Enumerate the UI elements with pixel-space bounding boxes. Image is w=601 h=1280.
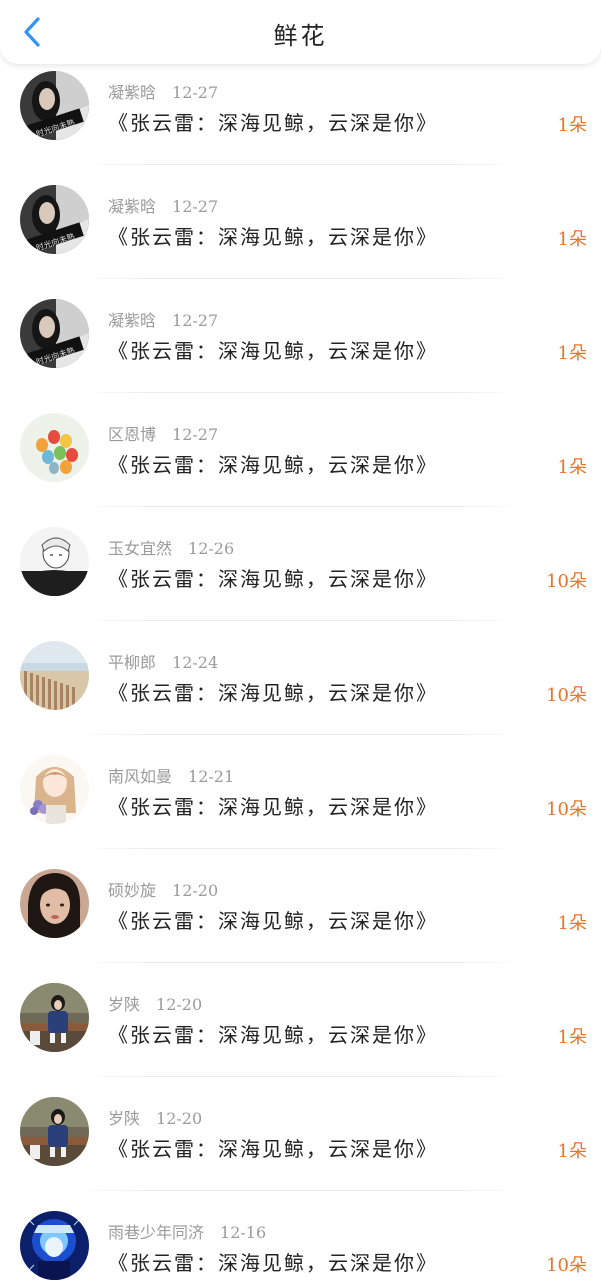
username[interactable]: 雨巷少年同济 (108, 1223, 204, 1242)
gift-date: 12-27 (172, 83, 219, 102)
gift-meta: 区恩博 12-27 (108, 421, 218, 445)
list-item[interactable]: 区恩博 12-27 《张云雷：深海见鲸，云深是你》 1朵 (0, 393, 601, 507)
list-item[interactable]: 雨巷少年同济 12-16 《张云雷：深海见鲸，云深是你》 10朵 (0, 1191, 601, 1280)
gift-meta: 平柳郎 12-24 (108, 649, 218, 673)
gift-date: 12-24 (172, 653, 219, 672)
nav-header: 鲜花 (0, 0, 601, 64)
flower-count: 1朵 (557, 1141, 587, 1162)
balloons-image (20, 413, 89, 482)
illustrated-girl-image (20, 755, 89, 824)
username[interactable]: 凝紫晗 (108, 311, 156, 330)
list-item[interactable]: 岁陕 12-20 《张云雷：深海见鲸，云深是你》 1朵 (0, 963, 601, 1077)
work-title[interactable]: 《张云雷：深海见鲸，云深是你》 (108, 905, 438, 934)
work-title[interactable]: 《张云雷：深海见鲸，云深是你》 (108, 1133, 438, 1162)
list-item[interactable]: 岁陕 12-20 《张云雷：深海见鲸，云深是你》 1朵 (0, 1077, 601, 1191)
gift-meta: 雨巷少年同济 12-16 (108, 1219, 266, 1243)
work-title[interactable]: 《张云雷：深海见鲸，云深是你》 (108, 1019, 438, 1048)
username[interactable]: 岁陕 (108, 1109, 140, 1128)
dark-portrait-image: 时光向未熟 (20, 71, 89, 140)
avatar[interactable] (20, 641, 89, 710)
flower-count: 10朵 (546, 799, 587, 820)
username[interactable]: 玉女宜然 (108, 539, 172, 558)
gift-date: 12-27 (172, 311, 219, 330)
work-title[interactable]: 《张云雷：深海见鲸，云深是你》 (108, 221, 438, 250)
gift-date: 12-20 (156, 1109, 203, 1128)
flower-count: 1朵 (557, 913, 587, 934)
page-title: 鲜花 (273, 22, 328, 50)
work-title[interactable]: 《张云雷：深海见鲸，云深是你》 (108, 791, 438, 820)
avatar[interactable] (20, 1097, 89, 1166)
username[interactable]: 凝紫晗 (108, 83, 156, 102)
list-item[interactable]: 平柳郎 12-24 《张云雷：深海见鲸，云深是你》 10朵 (0, 621, 601, 735)
flower-count: 1朵 (557, 343, 587, 364)
work-title[interactable]: 《张云雷：深海见鲸，云深是你》 (108, 563, 438, 592)
gift-meta: 玉女宜然 12-26 (108, 535, 234, 559)
avatar[interactable] (20, 755, 89, 824)
anime-boy-image (20, 527, 89, 596)
gift-date: 12-20 (156, 995, 203, 1014)
avatar[interactable]: 时光向未熟 (20, 71, 89, 140)
work-title[interactable]: 《张云雷：深海见鲸，云深是你》 (108, 107, 438, 136)
username[interactable]: 硕妙旋 (108, 881, 156, 900)
gift-date: 12-16 (220, 1223, 267, 1242)
flower-gift-list: 时光向未熟 凝紫晗 12-27 《张云雷：深海见鲸，云深是你》 1朵 时光向未熟… (0, 51, 601, 1280)
dark-portrait-image: 时光向未熟 (20, 299, 89, 368)
username[interactable]: 区恩博 (108, 425, 156, 444)
list-item[interactable]: 硕妙旋 12-20 《张云雷：深海见鲸，云深是你》 1朵 (0, 849, 601, 963)
gift-meta: 凝紫晗 12-27 (108, 79, 218, 103)
avatar[interactable] (20, 869, 89, 938)
flower-count: 10朵 (546, 1255, 587, 1276)
username[interactable]: 凝紫晗 (108, 197, 156, 216)
list-item[interactable]: 时光向未熟 凝紫晗 12-27 《张云雷：深海见鲸，云深是你》 1朵 (0, 51, 601, 165)
gift-meta: 凝紫晗 12-27 (108, 193, 218, 217)
flowers-page: 鲜花 时光向未熟 凝紫晗 12-27 《张云雷：深海见鲸，云深是你》 1朵 时光… (0, 0, 601, 1280)
avatar[interactable] (20, 413, 89, 482)
gift-date: 12-27 (172, 197, 219, 216)
work-title[interactable]: 《张云雷：深海见鲸，云深是你》 (108, 1247, 438, 1276)
username[interactable]: 平柳郎 (108, 653, 156, 672)
avatar[interactable] (20, 527, 89, 596)
gift-date: 12-27 (172, 425, 219, 444)
gift-meta: 岁陕 12-20 (108, 1105, 202, 1129)
gift-date: 12-26 (188, 539, 235, 558)
flower-count: 10朵 (546, 571, 587, 592)
girl-bench-image (20, 1097, 89, 1166)
gift-date: 12-21 (188, 767, 235, 786)
work-title[interactable]: 《张云雷：深海见鲸，云深是你》 (108, 335, 438, 364)
blue-neon-image (20, 1211, 89, 1280)
avatar[interactable]: 时光向未熟 (20, 299, 89, 368)
avatar[interactable] (20, 983, 89, 1052)
list-item[interactable]: 时光向未熟 凝紫晗 12-27 《张云雷：深海见鲸，云深是你》 1朵 (0, 279, 601, 393)
work-title[interactable]: 《张云雷：深海见鲸，云深是你》 (108, 677, 438, 706)
flower-count: 1朵 (557, 115, 587, 136)
girl-portrait-image (20, 869, 89, 938)
flower-count: 1朵 (557, 229, 587, 250)
list-item[interactable]: 南风如曼 12-21 《张云雷：深海见鲸，云深是你》 10朵 (0, 735, 601, 849)
gift-meta: 岁陕 12-20 (108, 991, 202, 1015)
username[interactable]: 南风如曼 (108, 767, 172, 786)
beach-fence-image (20, 641, 89, 710)
gift-meta: 硕妙旋 12-20 (108, 877, 218, 901)
username[interactable]: 岁陕 (108, 995, 140, 1014)
girl-bench-image (20, 983, 89, 1052)
work-title[interactable]: 《张云雷：深海见鲸，云深是你》 (108, 449, 438, 478)
list-item[interactable]: 时光向未熟 凝紫晗 12-27 《张云雷：深海见鲸，云深是你》 1朵 (0, 165, 601, 279)
dark-portrait-image: 时光向未熟 (20, 185, 89, 254)
avatar[interactable] (20, 1211, 89, 1280)
gift-meta: 南风如曼 12-21 (108, 763, 234, 787)
gift-date: 12-20 (172, 881, 219, 900)
avatar[interactable]: 时光向未熟 (20, 185, 89, 254)
gift-meta: 凝紫晗 12-27 (108, 307, 218, 331)
list-item[interactable]: 玉女宜然 12-26 《张云雷：深海见鲸，云深是你》 10朵 (0, 507, 601, 621)
flower-count: 10朵 (546, 685, 587, 706)
flower-count: 1朵 (557, 1027, 587, 1048)
flower-count: 1朵 (557, 457, 587, 478)
